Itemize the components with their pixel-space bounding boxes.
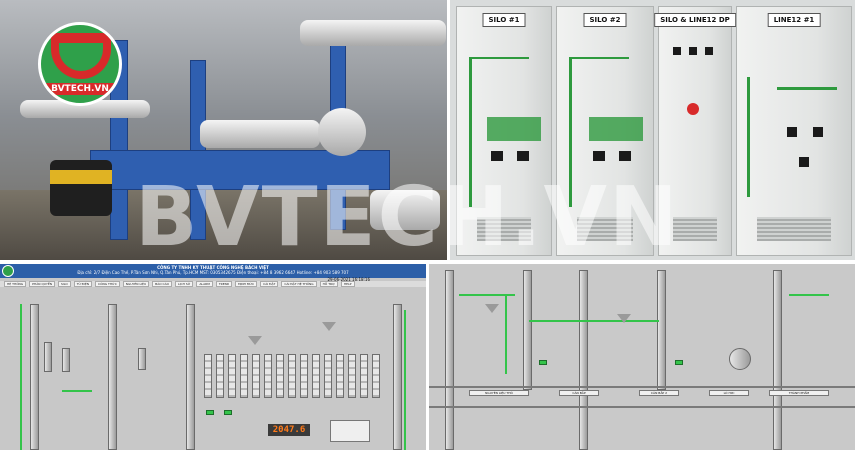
silo-bin [240, 354, 248, 398]
cabinet-label: SILO #2 [583, 13, 627, 27]
silo-bin [264, 354, 272, 398]
silo-bin [372, 354, 380, 398]
tank [138, 348, 146, 370]
machinery-photo: BVTECH.VN [0, 0, 447, 260]
blue-machine-base [90, 150, 390, 190]
elevator-column [30, 304, 39, 450]
scada-menu-item[interactable]: LỊCH SỬ [174, 281, 194, 287]
cabinet-label: SILO & LINE12 DP [654, 13, 736, 27]
control-panels-photo: SILO #1 SILO #2 SILO & LINE12 DP LINE12 … [450, 0, 855, 260]
scale-weight-display: 2047.6 [268, 424, 310, 436]
oil-drum [50, 160, 112, 216]
company-mst: MST: 0305342675 [199, 270, 236, 275]
steel-pipe [370, 190, 440, 230]
tank [62, 348, 70, 372]
hopper [248, 336, 262, 345]
scada-menu-item[interactable]: SILO [57, 281, 71, 287]
scada-menu-bar: HỆ THỐNG PHÂN QUYỀN SILO TỦ ĐIỆN CÔNG THỨC NG… [0, 281, 426, 287]
bvtech-logo: BVTECH.VN [38, 22, 122, 106]
silo-bin [324, 354, 332, 398]
company-hotline: Hotline: +84 903 589 707 [296, 270, 349, 275]
scada-menu-item[interactable]: HỖ TRỢ [319, 281, 338, 287]
emergency-stop-button [687, 103, 699, 115]
silo-bin [216, 354, 224, 398]
scada-menu-item[interactable]: BÁO CÁO [152, 281, 172, 287]
section-label: CÂN BẮP 2 [639, 390, 679, 396]
silo-bin [348, 354, 356, 398]
company-phone: Điện thoại: +84 8 3962 6647 [236, 270, 296, 275]
scada-menu-item[interactable]: CÔNG THỨC [95, 281, 120, 287]
company-address: Địa chỉ: 2/7 Điện Cao Thế, P.Tân Sơn Nhì… [77, 270, 199, 275]
silo-bin [228, 354, 236, 398]
elevator-column [186, 304, 195, 450]
silo-bin [276, 354, 284, 398]
cabinet-silo-1: SILO #1 [456, 6, 552, 256]
silo-bin [288, 354, 296, 398]
elevator-column [108, 304, 117, 450]
status-indicator[interactable] [675, 360, 683, 365]
boiler-tank [729, 348, 751, 370]
scada-screen-right: NGUYÊN LIỆU THÔ CÂN BẮP CÂN BẮP 2 LÒ HƠI… [429, 264, 855, 450]
scada-menu-item[interactable]: ALARM [196, 281, 213, 287]
scada-menu-item[interactable]: HELP [340, 281, 355, 287]
scada-screen-left: CÔNG TY TNHH KỸ THUẬT CÔNG NGHỆ BÁCH VIỆ… [0, 264, 426, 450]
scada-header: CÔNG TY TNHH KỸ THUẬT CÔNG NGHỆ BÁCH VIỆ… [0, 264, 426, 278]
section-label: LÒ HƠI [709, 390, 749, 396]
cabinet-label: SILO #1 [482, 13, 526, 27]
elevator-column [445, 270, 454, 450]
scada-menu-item[interactable]: TỦ ĐIỆN [73, 281, 93, 287]
scada-menu-item[interactable]: TREND [215, 281, 233, 287]
elevator-column [579, 270, 588, 450]
info-panel [330, 420, 370, 442]
scada-menu-item[interactable]: HỆ THỐNG [4, 281, 27, 287]
section-label: NGUYÊN LIỆU THÔ [469, 390, 529, 396]
elevator-column [657, 270, 666, 390]
steel-pipe [300, 20, 446, 46]
cabinet-line12-1: LINE12 #1 [736, 6, 852, 256]
scada-menu-item[interactable]: PHÂN QUYỀN [29, 281, 55, 287]
elevator-column [773, 270, 782, 450]
hopper [617, 314, 631, 323]
status-indicator[interactable] [206, 410, 214, 415]
section-label: THÀNH PHẨM [769, 390, 829, 396]
silo-bin [360, 354, 368, 398]
scada-menu-item[interactable]: CÀI ĐẶT HỆ THỐNG [281, 281, 317, 287]
tank [44, 342, 52, 372]
silo-bin [300, 354, 308, 398]
scada-logo [2, 265, 14, 277]
scada-menu-item[interactable]: NGUYÊN LIỆU [122, 281, 150, 287]
steel-pipe [200, 120, 320, 148]
status-indicator[interactable] [539, 360, 547, 365]
scada-menu-item[interactable]: ĐỊNH MỨC [235, 281, 258, 287]
section-label: CÂN BẮP [559, 390, 599, 396]
silo-bin [312, 354, 320, 398]
cabinet-label: LINE12 #1 [767, 13, 821, 27]
elevator-column [393, 304, 402, 450]
hopper [485, 304, 499, 313]
pulley-wheel [318, 108, 366, 156]
elevator-column [523, 270, 532, 390]
cabinet-silo-line12-dp: SILO & LINE12 DP [654, 6, 736, 256]
status-indicator[interactable] [224, 410, 232, 415]
hopper [322, 322, 336, 331]
cabinet-silo-2: SILO #2 [556, 6, 654, 256]
logo-text: BVTECH.VN [41, 83, 119, 95]
silo-bin [336, 354, 344, 398]
silo-bin [204, 354, 212, 398]
silo-bin [252, 354, 260, 398]
scada-menu-item[interactable]: CÀI ĐẶT [260, 281, 279, 287]
